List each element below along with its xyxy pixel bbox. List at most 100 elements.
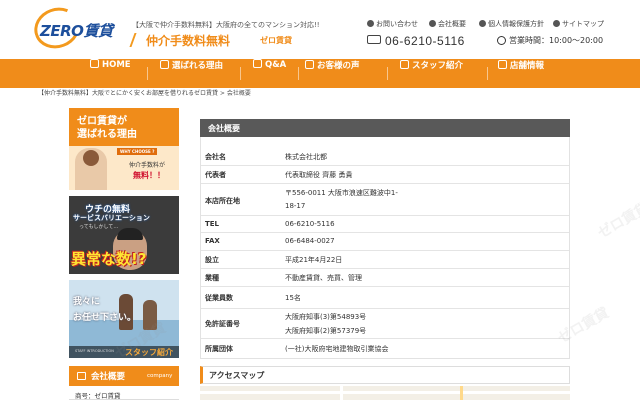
banner-reasons-caption2: 無料！！	[133, 171, 165, 180]
table-row: 免許証番号 大阪府知事(3)第54893号 大阪府知事(2)第57379号	[201, 309, 569, 339]
banner-staff-person	[143, 300, 157, 330]
nav-home[interactable]: HOME	[90, 59, 131, 88]
promo-ray-icon	[129, 33, 145, 47]
arrow-circle-icon	[367, 20, 374, 27]
row-value: 平成21年4月22日	[285, 255, 342, 269]
row-value-line: 15名	[285, 294, 301, 302]
banner-reasons-why: WHY CHOOSE ?	[117, 148, 158, 155]
nav-staff[interactable]: スタッフ紹介	[400, 59, 463, 88]
nav-divider	[240, 67, 241, 80]
banner-free-services[interactable]: ウチの無料 サービスバリエーション ってもしかして… 異常な数!?	[69, 196, 179, 274]
row-label: FAX	[205, 237, 220, 245]
nav-divider	[487, 67, 488, 80]
nav-divider	[298, 67, 299, 80]
row-value-line: 18-17	[285, 202, 306, 210]
site-header: ZERO賃貸 【大阪で仲介手数料無料】大阪府の全てのマンション対応!! 仲介手数…	[0, 0, 640, 58]
top-link-label: 個人情報保護方針	[488, 20, 544, 28]
table-row: 本店所在地 〒556-0011 大阪市浪速区難波中1- 18-17	[201, 184, 569, 216]
row-value: 06-6484-0027	[285, 237, 335, 249]
sidebar-company-heading: 会社概要 company	[69, 366, 179, 386]
top-link-privacy[interactable]: 個人情報保護方針	[479, 19, 544, 29]
free-dial-icon	[367, 35, 381, 44]
sidebar-company-en: company	[147, 373, 173, 379]
nav-label: 選ばれる理由	[172, 61, 224, 71]
banner-free-services-line2: サービスバリエーション	[73, 214, 150, 222]
logo-wordmark: ZERO賃貸	[40, 20, 113, 41]
row-value: 株式会社北都	[285, 152, 327, 166]
trophy-icon	[160, 60, 169, 69]
business-hours: 営業時間：10:00〜20:00	[497, 35, 603, 46]
row-label: 本店所在地	[205, 197, 240, 205]
nav-qa[interactable]: Q&A	[253, 59, 286, 88]
table-row: FAX 06-6484-0027	[201, 233, 569, 251]
breadcrumb-home-link[interactable]: 【仲介手数料無料】大阪でとにかく安くお部屋を借りれるゼロ賃貸	[38, 90, 218, 97]
site-logo[interactable]: ZERO賃貸	[28, 1, 122, 55]
row-label: 代表者	[205, 171, 226, 179]
banner-staff[interactable]: 我々に お任せ下さい。 STAFF INTRODUCTION スタッフ紹介	[69, 280, 179, 358]
row-value-line: 株式会社北都	[285, 153, 327, 161]
sidebar-company-title: 会社概要	[91, 372, 126, 382]
nav-voices[interactable]: お客様の声	[305, 59, 360, 88]
nav-label: Q&A	[265, 60, 287, 70]
row-value: (一社)大阪府宅地建物取引業協会	[285, 344, 388, 358]
access-map-title: アクセスマップ	[209, 371, 265, 380]
promo-main: 仲介手数料無料	[146, 34, 231, 48]
banner-staff-intro: STAFF INTRODUCTION	[75, 349, 114, 353]
row-value-line: 平成21年4月22日	[285, 256, 343, 264]
banner-reasons[interactable]: ゼロ賃貸が 選ばれる理由 WHY CHOOSE ? 仲介手数料が 無料！！	[69, 108, 179, 190]
qa-icon	[253, 59, 262, 68]
banner-reasons-photo	[75, 148, 107, 190]
top-link-label: サイトマップ	[562, 20, 604, 28]
table-row: 所属団体 (一社)大阪府宅地建物取引業協会	[201, 339, 569, 358]
table-row: TEL 06-6210-5116	[201, 216, 569, 233]
nav-divider	[147, 67, 148, 80]
nav-label: お客様の声	[317, 61, 360, 71]
sidebar-menu: 商号：ゼロ賃貸	[69, 386, 179, 400]
row-value-line: 大阪府知事(3)第54893号	[285, 313, 367, 321]
site-tagline: 【大阪で仲介手数料無料】大阪府の全てのマンション対応!!	[132, 21, 320, 29]
row-value: 06-6210-5116	[285, 220, 335, 232]
global-nav: HOME 選ばれる理由 Q&A お客様の声 スタッフ紹介 店舗情報	[0, 59, 640, 88]
top-link-contact[interactable]: お問い合わせ	[367, 19, 418, 29]
arrow-circle-icon	[553, 20, 560, 27]
row-label: 会社名	[205, 153, 226, 161]
business-hours-text: 営業時間：10:00〜20:00	[509, 36, 604, 45]
clock-icon	[497, 36, 506, 45]
row-value-line: 不動産賃貸、売買、管理	[285, 274, 362, 282]
row-label: TEL	[205, 220, 220, 228]
arrow-circle-icon	[429, 20, 436, 27]
table-row: 従業員数 15名	[201, 287, 569, 309]
access-map[interactable]	[200, 386, 570, 400]
logo-text: ZERO	[40, 22, 84, 40]
row-value-line: 代表取締役 齊藤 勇貴	[285, 171, 353, 179]
table-row: 会社名 株式会社北都	[201, 148, 569, 166]
phone-number-text: 06-6210-5116	[385, 34, 465, 48]
banner-reasons-caption1: 仲介手数料が	[129, 162, 166, 169]
company-info-table: 会社名 株式会社北都 代表者 代表取締役 齊藤 勇貴 本店所在地 〒556-00…	[200, 137, 570, 359]
nav-reasons[interactable]: 選ばれる理由	[160, 59, 223, 88]
row-value: 代表取締役 齊藤 勇貴	[285, 170, 352, 184]
banner-reasons-line2: 選ばれる理由	[77, 129, 137, 140]
sidebar-menu-item[interactable]: 商号：ゼロ賃貸	[75, 390, 121, 400]
row-value-line: 〒556-0011 大阪市浪速区難波中1-	[285, 189, 398, 197]
banner-free-services-big: 異常な数!?	[71, 250, 147, 268]
people-icon	[400, 60, 409, 69]
top-link-label: 会社概要	[438, 20, 466, 28]
nav-divider	[387, 67, 388, 80]
row-value-line: 06-6210-5116	[285, 220, 335, 228]
company-panel-title: 会社概要	[208, 124, 240, 133]
breadcrumb: 【仲介手数料無料】大阪でとにかく安くお部屋を借りれるゼロ賃貸 > 会社概要	[38, 88, 251, 97]
row-value: 大阪府知事(3)第54893号 大阪府知事(2)第57379号	[285, 312, 366, 340]
nav-label: スタッフ紹介	[412, 61, 464, 71]
table-row: 設立 平成21年4月22日	[201, 251, 569, 269]
banner-free-services-line3: ってもしかして…	[79, 224, 119, 230]
top-link-sitemap[interactable]: サイトマップ	[553, 19, 604, 29]
top-link-company[interactable]: 会社概要	[429, 19, 466, 29]
map-road	[200, 391, 570, 394]
logo-kanji: 賃貸	[83, 22, 113, 40]
row-label: 業種	[205, 274, 219, 282]
nav-shop[interactable]: 店舗情報	[498, 59, 544, 88]
row-label: 従業員数	[205, 294, 233, 302]
phone-number[interactable]: 06-6210-5116	[367, 34, 465, 48]
nav-label: HOME	[102, 60, 131, 70]
